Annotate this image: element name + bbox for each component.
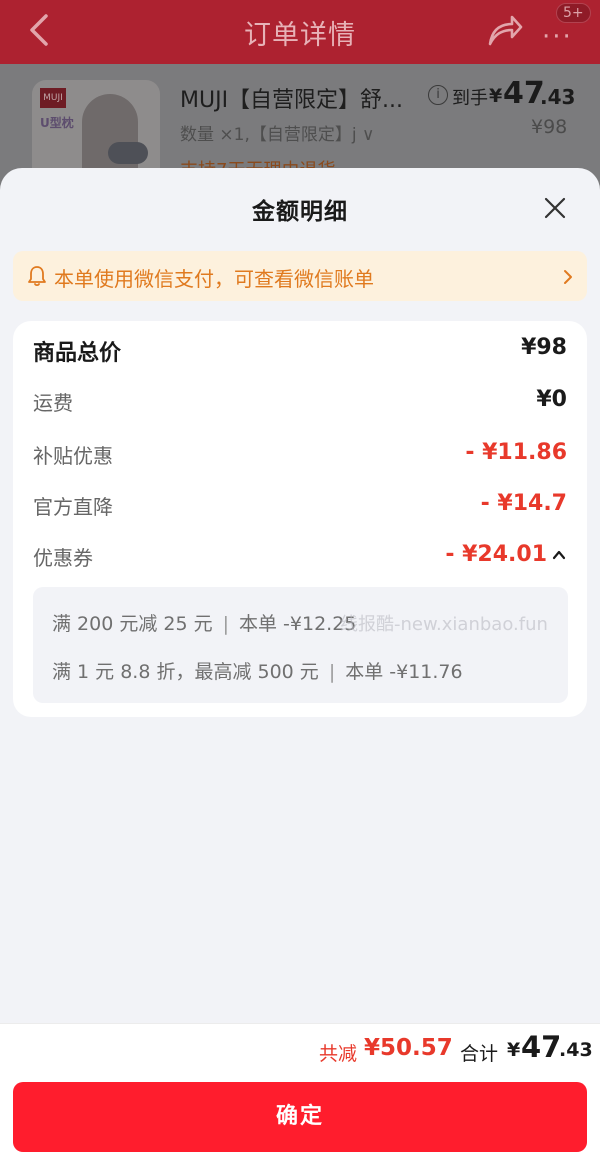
row-coupon[interactable]: 优惠券 - ¥24.01: [33, 542, 567, 576]
price-int: 47: [503, 76, 545, 111]
amount-detail-sheet: 金额明细 本单使用微信支付，可查看微信账单 商品总价 ¥98 运费 ¥0 补贴优…: [0, 168, 600, 1161]
bottom-summary-bar: 共减 ¥50.57 合计 ¥ 47 .43 确定: [0, 1023, 600, 1161]
product-image-pillow: [108, 142, 148, 164]
page-title: 订单详情: [244, 19, 356, 51]
row-goods-total: 商品总价 ¥98: [33, 335, 567, 369]
row-value: ¥98: [521, 335, 567, 360]
more-icon[interactable]: ···: [542, 22, 573, 52]
back-arrow-icon[interactable]: [22, 10, 58, 50]
price-dec: .43: [540, 85, 576, 109]
total-int: 47: [521, 1030, 562, 1064]
share-icon[interactable]: [486, 12, 524, 48]
product-image-caption: U型枕: [40, 116, 74, 130]
row-label: 补贴优惠: [33, 444, 113, 468]
row-value: - ¥11.86: [465, 440, 567, 465]
row-value: - ¥14.7: [480, 491, 567, 516]
notification-badge: 5+: [556, 3, 591, 23]
product-image-logo: MUJI: [40, 88, 66, 108]
row-label: 运费: [33, 391, 73, 415]
coupon-details: 满 200 元减 25 元 | 本单 -¥12.25 满 1 元 8.8 折，最高减…: [33, 587, 568, 703]
watermark: 线报酷-new.xianbao.fun: [340, 614, 548, 635]
coupon-applied: 本单 -¥12.25: [239, 613, 357, 635]
row-label: 优惠券: [33, 546, 93, 570]
total-dec: .43: [559, 1039, 593, 1061]
close-icon[interactable]: [541, 194, 569, 222]
coupon-separator: |: [222, 613, 230, 635]
chevron-up-icon[interactable]: [551, 548, 567, 562]
row-value: ¥0: [536, 387, 567, 412]
price-yen: ¥: [489, 85, 503, 107]
price-label: 到手: [452, 88, 488, 109]
coupon-line: 满 200 元减 25 元 | 本单 -¥12.25: [52, 609, 356, 636]
notice-text: 本单使用微信支付，可查看微信账单: [54, 267, 374, 291]
row-label: 官方直降: [33, 495, 113, 519]
row-label: 商品总价: [33, 341, 122, 366]
bell-icon: [28, 266, 46, 287]
saved-value: ¥50.57: [364, 1035, 453, 1061]
order-detail-header: 订单详情 ··· 5+: [0, 0, 600, 64]
coupon-rule: 满 1 元 8.8 折，最高减 500 元: [52, 661, 319, 683]
confirm-button[interactable]: 确定: [13, 1082, 587, 1152]
amount-card: 商品总价 ¥98 运费 ¥0 补贴优惠 - ¥11.86 官方直降 - ¥14.…: [13, 321, 587, 717]
saved-label: 共减: [319, 1043, 358, 1065]
product-name[interactable]: MUJI【自营限定】舒...: [180, 82, 403, 114]
total-yen: ¥: [507, 1039, 521, 1061]
original-price: ¥98: [531, 116, 568, 138]
wechat-bill-notice[interactable]: 本单使用微信支付，可查看微信账单: [13, 251, 587, 301]
row-shipping: 运费 ¥0: [33, 387, 567, 421]
product-spec[interactable]: 数量 ×1,【自营限定】j ∨: [180, 120, 374, 145]
chevron-right-icon: [564, 270, 572, 284]
row-official-discount: 官方直降 - ¥14.7: [33, 491, 567, 525]
info-icon[interactable]: i: [428, 85, 448, 105]
coupon-separator: |: [328, 661, 336, 683]
coupon-rule: 满 200 元减 25 元: [52, 613, 213, 635]
coupon-applied: 本单 -¥11.76: [345, 661, 463, 683]
coupon-line: 满 1 元 8.8 折，最高减 500 元 | 本单 -¥11.76: [52, 657, 463, 684]
row-value: - ¥24.01: [445, 542, 547, 567]
total-label: 合计: [460, 1043, 499, 1065]
row-subsidy: 补贴优惠 - ¥11.86: [33, 440, 567, 474]
sheet-title: 金额明细: [252, 199, 348, 225]
